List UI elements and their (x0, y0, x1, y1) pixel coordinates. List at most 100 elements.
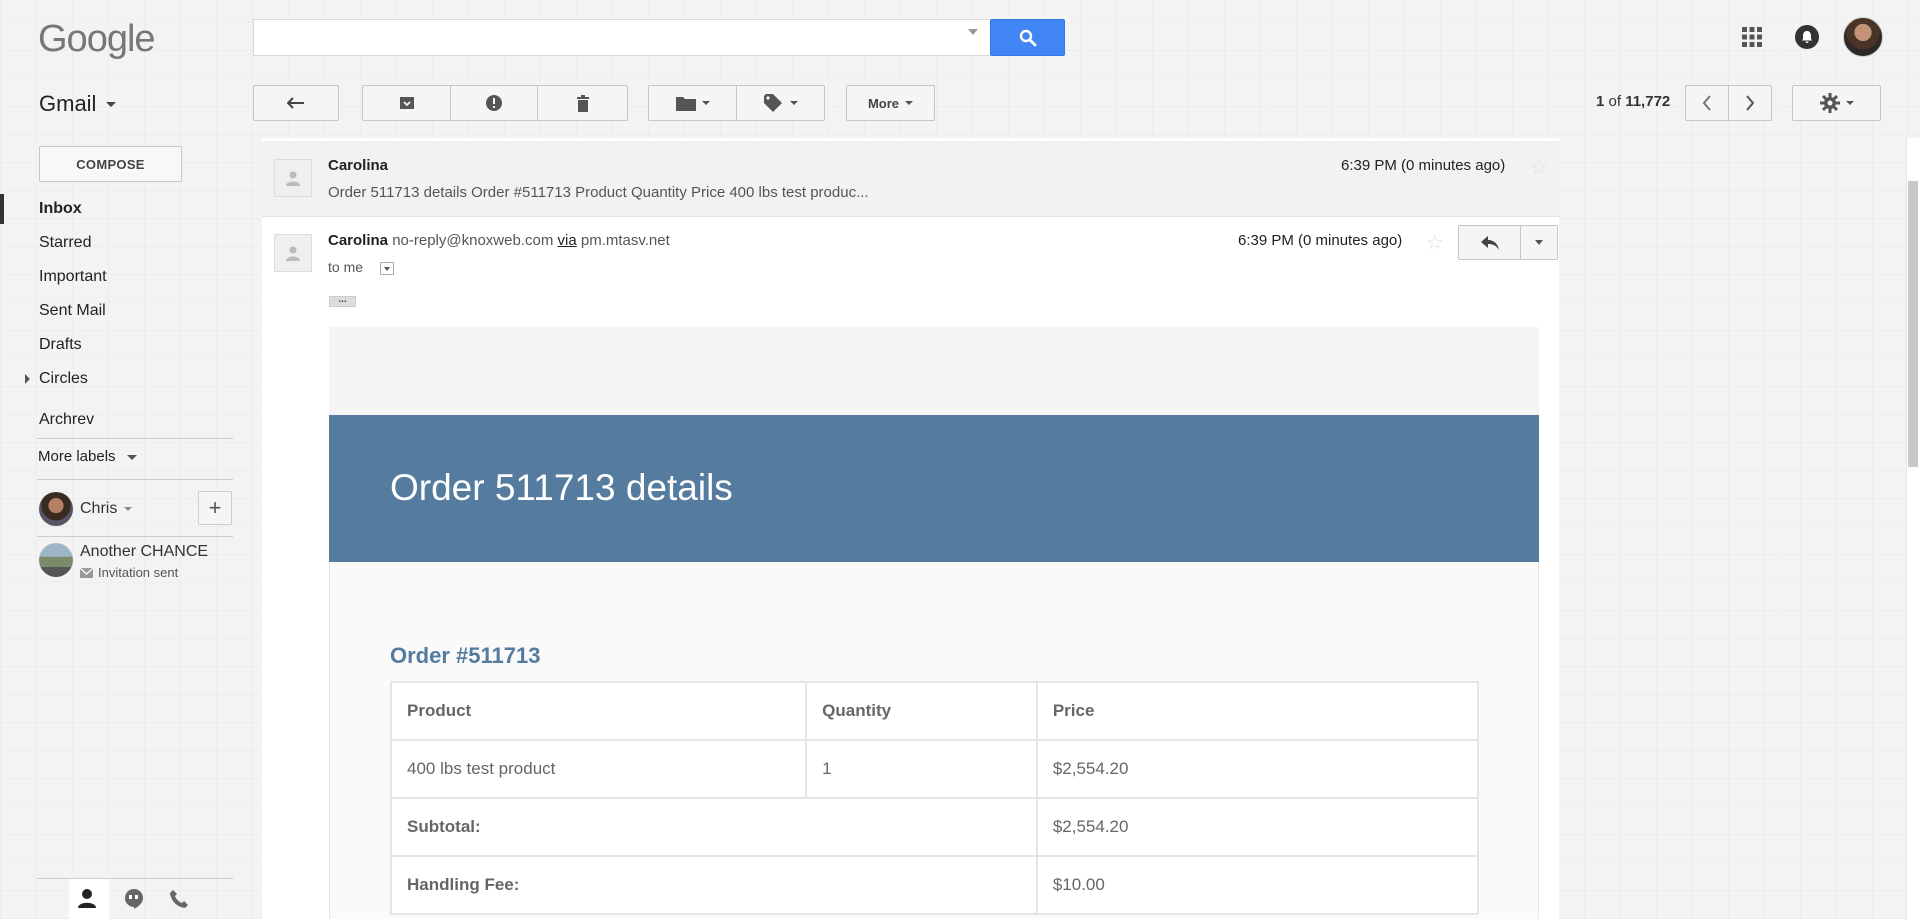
collapsed-snippet: Order 511713 details Order #511713 Produ… (328, 184, 869, 201)
sidebar-divider (37, 479, 233, 480)
search-icon (1019, 29, 1036, 46)
archive-icon (399, 97, 414, 109)
search-input[interactable] (253, 19, 990, 56)
sender-email: no-reply@knoxweb.com (392, 232, 554, 249)
chat-user-name[interactable]: Chris (80, 500, 117, 518)
person-icon (286, 246, 300, 261)
more-labels-link[interactable]: More labels (38, 448, 116, 465)
circles-expand-icon[interactable] (25, 374, 30, 384)
sender-name: Carolina (328, 232, 389, 249)
table-row: Handling Fee: $10.00 (390, 855, 1480, 915)
more-labels-caret-icon[interactable] (127, 455, 137, 460)
account-avatar[interactable] (1843, 17, 1883, 57)
contact-status: Invitation sent (80, 565, 178, 580)
label-tag-icon (763, 94, 782, 112)
chevron-down-icon (384, 266, 390, 271)
table-header-row: Product Quantity Price (389, 681, 1480, 741)
contact-avatar[interactable] (39, 543, 73, 577)
active-indicator (0, 194, 4, 224)
subtotal-label: Subtotal: (390, 797, 1038, 857)
chat-status-caret-icon[interactable] (124, 507, 132, 511)
price-cell: $2,554.20 (1035, 739, 1480, 799)
table-header: Product (389, 681, 808, 741)
search-options-icon[interactable] (968, 29, 978, 35)
sender-line: Carolina no-reply@knoxweb.com via pm.mta… (328, 232, 670, 249)
back-arrow-icon (287, 97, 304, 109)
notifications-bell-icon[interactable] (1795, 25, 1819, 49)
sidebar-item-important[interactable]: Important (39, 268, 107, 286)
search-button[interactable] (990, 19, 1065, 56)
person-icon (286, 171, 300, 186)
delete-button[interactable] (537, 85, 628, 121)
compose-button[interactable]: COMPOSE (39, 146, 182, 182)
archive-button[interactable] (362, 85, 451, 121)
contacts-tab[interactable] (78, 888, 96, 913)
chat-user-avatar[interactable] (39, 492, 73, 526)
collapsed-message-row[interactable] (262, 141, 1559, 217)
move-to-caret-icon (701, 101, 710, 105)
banner-title: Order 511713 details (390, 467, 733, 508)
sidebar-item-circles[interactable]: Circles (39, 370, 88, 388)
page-total: 11,772 (1625, 93, 1671, 110)
sidebar-item-archrev[interactable]: Archrev (39, 411, 94, 429)
chevron-right-icon (1746, 95, 1755, 111)
sender-avatar-placeholder (274, 234, 312, 272)
scrollbar-thumb[interactable] (1908, 181, 1918, 467)
new-chat-button[interactable]: + (198, 491, 232, 525)
reply-icon (1480, 235, 1499, 250)
handling-fee-label: Handling Fee: (390, 855, 1038, 915)
sidebar-item-drafts[interactable]: Drafts (39, 336, 82, 354)
email-top-band (329, 327, 1539, 415)
message-timestamp: 6:39 PM (0 minutes ago) (1238, 232, 1403, 249)
chat-tabs-divider (37, 878, 233, 879)
sidebar-item-starred[interactable]: Starred (39, 234, 91, 252)
gmail-menu[interactable]: Gmail (39, 91, 96, 117)
more-caret-icon (905, 101, 914, 105)
envelope-icon (80, 567, 93, 578)
gmail-caret-icon[interactable] (106, 102, 116, 107)
report-spam-button[interactable] (450, 85, 538, 121)
sidebar-item-sent-mail[interactable]: Sent Mail (39, 302, 106, 320)
more-button[interactable]: More (846, 85, 935, 121)
show-details-button[interactable] (380, 262, 394, 275)
chevron-left-icon (1702, 95, 1711, 111)
star-icon[interactable]: ☆ (1530, 155, 1548, 180)
trash-icon (576, 94, 589, 112)
hangouts-tab[interactable] (125, 889, 143, 914)
back-button[interactable] (253, 85, 339, 121)
page-of-text: of (1608, 93, 1622, 110)
phone-tab[interactable] (170, 890, 188, 913)
person-icon (78, 889, 96, 908)
sender-avatar-placeholder (274, 159, 312, 197)
hangouts-icon (125, 889, 143, 909)
handling-fee-value: $10.00 (1035, 855, 1480, 915)
show-trimmed-content-button[interactable]: ... (329, 295, 356, 307)
more-actions-button[interactable] (1520, 225, 1558, 260)
labels-button[interactable] (736, 85, 825, 121)
settings-button[interactable] (1792, 85, 1881, 121)
collapsed-sender-name: Carolina (328, 157, 389, 174)
folder-icon (675, 97, 696, 111)
sidebar-item-inbox[interactable]: Inbox (39, 200, 82, 218)
reply-button[interactable] (1458, 225, 1521, 260)
via-link[interactable]: via (558, 232, 577, 249)
older-button[interactable] (1728, 85, 1772, 121)
star-icon[interactable]: ☆ (1426, 230, 1444, 255)
chevron-down-icon (1535, 240, 1543, 245)
table-row: 400 lbs test product 1 $2,554.20 (389, 739, 1480, 799)
order-table: Product Quantity Price 400 lbs test prod… (389, 681, 1480, 915)
apps-grid-icon[interactable] (1742, 27, 1762, 47)
gear-icon (1819, 93, 1840, 113)
newer-button[interactable] (1685, 85, 1729, 121)
table-header: Quantity (805, 681, 1038, 741)
contact-status-text: Invitation sent (98, 565, 179, 580)
quantity-cell: 1 (805, 739, 1038, 799)
move-to-button[interactable] (648, 85, 737, 121)
settings-caret-icon (1845, 101, 1854, 105)
collapsed-timestamp: 6:39 PM (0 minutes ago) (1341, 157, 1506, 174)
recipients-text: to me (328, 259, 364, 275)
contact-name[interactable]: Another CHANCE (80, 543, 208, 561)
google-logo[interactable]: Google (38, 18, 156, 61)
sidebar-divider (37, 438, 233, 439)
spam-icon (486, 95, 502, 111)
